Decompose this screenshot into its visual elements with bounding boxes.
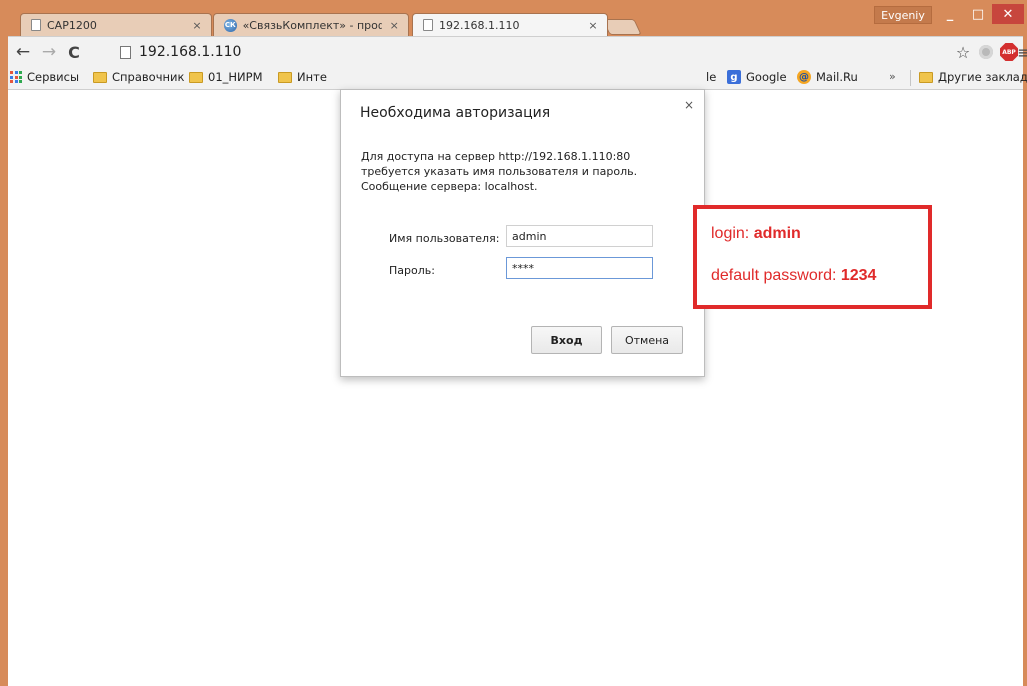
tab-svyazkomplekt[interactable]: СК «СвязьКомплект» - проф × xyxy=(213,13,409,36)
bookmark-folder-inte[interactable]: Инте xyxy=(278,70,327,84)
bookmark-folder-nirm[interactable]: 01_НИРМ xyxy=(189,70,263,84)
browser-window: CAP1200 × СК «СвязьКомплект» - проф × 19… xyxy=(0,0,1027,686)
back-arrow-icon[interactable]: ← xyxy=(12,41,34,63)
new-tab-button[interactable] xyxy=(602,19,642,35)
tab-192-168-1-110[interactable]: 192.168.1.110 × xyxy=(412,13,608,36)
bookmark-label: Другие закладки xyxy=(938,70,1027,84)
close-window-button[interactable]: ✕ xyxy=(992,4,1024,24)
username-label: Имя пользователя: xyxy=(389,232,500,245)
password-hint-value: 1234 xyxy=(840,267,877,284)
auth-dialog: Необходима авторизация × Для доступа на … xyxy=(340,89,705,377)
credentials-annotation: login: admin default password: 1234 xyxy=(693,205,932,309)
folder-icon xyxy=(189,71,203,83)
minimize-button[interactable]: _ xyxy=(936,4,964,24)
tab-title: CAP1200 xyxy=(47,18,97,32)
bookmark-star-icon[interactable]: ☆ xyxy=(953,41,973,63)
google-icon: g xyxy=(727,70,741,84)
page-icon xyxy=(423,19,433,31)
window-border-left xyxy=(0,36,8,686)
password-input[interactable] xyxy=(506,257,653,279)
bookmark-label: Сервисы xyxy=(27,70,80,84)
tab-title: «СвязьКомплект» - проф xyxy=(242,18,383,32)
username-input[interactable] xyxy=(506,225,653,247)
address-bar[interactable]: 192.168.1.110 xyxy=(118,40,944,64)
bookmark-apps[interactable]: Сервисы xyxy=(10,70,79,84)
page-icon xyxy=(31,19,41,31)
bookmark-folder-spravochnik[interactable]: Справочник xyxy=(93,70,184,84)
bookmark-label: Инте xyxy=(297,70,327,84)
bookmark-label: Mail.Ru xyxy=(816,70,858,84)
address-url: 192.168.1.110 xyxy=(139,44,242,60)
login-hint-prefix: login: xyxy=(711,225,754,242)
maximize-button[interactable]: □ xyxy=(964,4,992,24)
title-bar: CAP1200 × СК «СвязьКомплект» - проф × 19… xyxy=(0,0,1027,36)
dialog-message: Для доступа на сервер http://192.168.1.1… xyxy=(361,150,638,193)
bookmark-label: le xyxy=(706,70,717,84)
tab-close-icon[interactable]: × xyxy=(587,19,599,32)
menu-icon[interactable]: ≡ xyxy=(1016,41,1027,63)
bookmark-partial[interactable]: le xyxy=(706,70,716,84)
login-button[interactable]: Вход xyxy=(531,326,602,354)
site-favicon-icon: СК xyxy=(224,18,237,32)
login-hint-value: admin xyxy=(753,225,801,242)
bookmark-label: 01_НИРМ xyxy=(208,70,263,84)
bookmarks-overflow-button[interactable]: » xyxy=(889,70,896,83)
toolbar: ← → C 192.168.1.110 ☆ ABP ≡ xyxy=(8,36,1027,66)
window-border-right xyxy=(1023,36,1027,686)
dialog-title: Необходима авторизация xyxy=(360,105,551,121)
profile-button[interactable]: Evgeniy xyxy=(874,6,932,24)
bookmark-label: Google xyxy=(746,70,787,84)
bookmark-google[interactable]: g Google xyxy=(727,70,787,84)
login-hint: login: admin xyxy=(711,225,801,243)
tab-cap1200[interactable]: CAP1200 × xyxy=(20,13,212,36)
password-label: Пароль: xyxy=(389,264,435,277)
tab-close-icon[interactable]: × xyxy=(388,19,400,32)
extension-icon[interactable] xyxy=(976,41,996,63)
password-hint: default password: 1234 xyxy=(711,267,876,285)
folder-icon xyxy=(278,71,292,83)
bookmark-mailru[interactable]: @ Mail.Ru xyxy=(797,70,858,84)
mailru-icon: @ xyxy=(797,70,811,84)
folder-icon xyxy=(919,71,933,83)
tab-close-icon[interactable]: × xyxy=(191,19,203,32)
tab-title: 192.168.1.110 xyxy=(439,18,520,32)
bookmarks-bar: Сервисы Справочник 01_НИРМ Инте le g Goo… xyxy=(8,66,1027,90)
forward-arrow-icon[interactable]: → xyxy=(38,41,60,63)
page-icon xyxy=(120,45,131,59)
apps-grid-icon xyxy=(10,71,22,83)
reload-icon[interactable]: C xyxy=(63,41,85,63)
bookmark-folder-other[interactable]: Другие закладки xyxy=(919,70,1027,84)
dialog-close-icon[interactable]: × xyxy=(682,98,696,112)
bookmark-label: Справочник xyxy=(112,70,185,84)
bookmarks-separator xyxy=(910,70,911,86)
folder-icon xyxy=(93,71,107,83)
cancel-button[interactable]: Отмена xyxy=(611,326,683,354)
password-hint-prefix: default password: xyxy=(711,267,841,284)
